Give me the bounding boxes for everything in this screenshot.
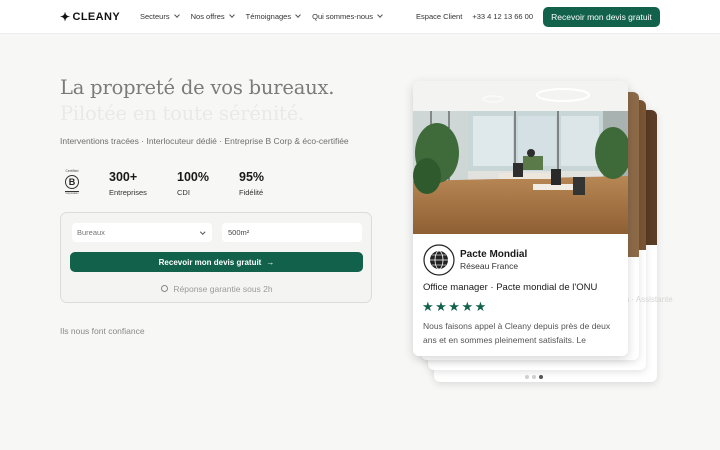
b-corp-icon: B xyxy=(65,174,79,189)
un-global-compact-logo xyxy=(423,244,455,276)
star-icon: ✦ xyxy=(60,10,71,24)
submit-quote-button[interactable]: Recevoir mon devis gratuit → xyxy=(70,252,363,272)
stat-companies: 300+ Entreprises xyxy=(109,170,147,197)
stacked-card-photo xyxy=(627,92,639,257)
nav-item-label: Qui sommes-nous xyxy=(312,12,373,21)
submit-quote-label: Recevoir mon devis gratuit xyxy=(158,257,262,267)
hero-title-secondary: Pilotée en toute sérénité. xyxy=(60,102,305,125)
b-corp-badge: Certified B Corporation xyxy=(62,169,82,196)
carousel-dot[interactable] xyxy=(532,375,536,379)
testimonial-org: Pacte Mondial Réseau France xyxy=(423,244,527,276)
org-text: Pacte Mondial Réseau France xyxy=(460,249,527,271)
stat-loyalty: 95% Fidélité xyxy=(239,170,264,197)
nav-item-temoignages[interactable]: Témoignages xyxy=(245,12,301,21)
stat-label: CDI xyxy=(177,188,190,197)
stat-label: Fidélité xyxy=(239,188,264,197)
testimonial-quote: Nous faisons appel à Cleany depuis près … xyxy=(423,321,611,345)
surface-input[interactable]: 500m² xyxy=(222,223,362,242)
hero-subtitle: Interventions tracées · Interlocuteur dé… xyxy=(60,136,349,146)
guarantee-text: Réponse garantie sous 2h xyxy=(173,284,273,294)
nav-item-label: Nos offres xyxy=(190,12,225,21)
hero-title: La propreté de vos bureaux. xyxy=(60,76,335,99)
nav-item-label: Secteurs xyxy=(140,12,170,21)
page: ✦ CLEANY Secteurs Nos offres Témoignages… xyxy=(0,0,720,450)
phone-link[interactable]: +33 4 12 13 66 00 xyxy=(472,12,533,21)
nav-item-secteurs[interactable]: Secteurs xyxy=(140,12,180,21)
quote-form: Bureaux 500m² Recevoir mon devis gratuit… xyxy=(60,212,372,303)
nav-right: Espace Client +33 4 12 13 66 00 xyxy=(406,12,533,21)
chevron-down-icon xyxy=(173,12,180,18)
logo[interactable]: ✦ CLEANY xyxy=(60,11,120,23)
stat-cdi: 100% CDI xyxy=(177,170,209,197)
org-subtitle: Réseau France xyxy=(460,261,519,271)
client-space-link[interactable]: Espace Client xyxy=(416,12,462,21)
carousel-dots xyxy=(525,375,546,379)
org-name: Pacte Mondial xyxy=(460,249,528,260)
logo-text: CLEANY xyxy=(72,11,121,23)
testimonial-role: Office manager · Pacte mondial de l'ONU xyxy=(423,282,598,293)
carousel-dot[interactable] xyxy=(525,375,529,379)
star-rating: ★★★★★ xyxy=(422,299,488,314)
quote-request-button[interactable]: Recevoir mon devis gratuit xyxy=(543,7,660,27)
nav-item-label: Témoignages xyxy=(245,12,292,21)
response-guarantee: Réponse garantie sous 2h xyxy=(61,284,373,294)
clock-icon xyxy=(161,285,169,292)
chevron-down-icon xyxy=(199,229,205,235)
chevron-down-icon xyxy=(295,12,301,18)
trust-heading: Ils nous font confiance xyxy=(60,326,145,336)
sector-select[interactable]: Bureaux xyxy=(72,223,212,242)
nav-menu: Secteurs Nos offres Témoignages Qui somm… xyxy=(140,12,394,21)
arrow-right-icon: → xyxy=(266,257,275,267)
office-photo xyxy=(413,81,628,234)
stat-label: Entreprises xyxy=(109,188,147,197)
stat-value: 95% xyxy=(239,170,265,184)
chevron-down-icon xyxy=(377,12,383,18)
testimonial-card: Pacte Mondial Réseau France Office manag… xyxy=(413,81,628,356)
top-nav: ✦ CLEANY Secteurs Nos offres Témoignages… xyxy=(0,0,720,34)
stat-value: 100% xyxy=(177,170,209,184)
sector-select-value: Bureaux xyxy=(77,228,105,237)
carousel-dot-active[interactable] xyxy=(539,375,543,379)
chevron-down-icon xyxy=(228,12,235,18)
nav-item-qui-sommes-nous[interactable]: Qui sommes-nous xyxy=(312,12,383,21)
badge-top-text: Certified xyxy=(65,169,79,173)
stat-value: 300+ xyxy=(109,170,138,184)
nav-item-offres[interactable]: Nos offres xyxy=(190,12,235,21)
badge-bottom-text: Corporation xyxy=(65,191,79,195)
surface-input-value: 500m² xyxy=(228,228,250,237)
